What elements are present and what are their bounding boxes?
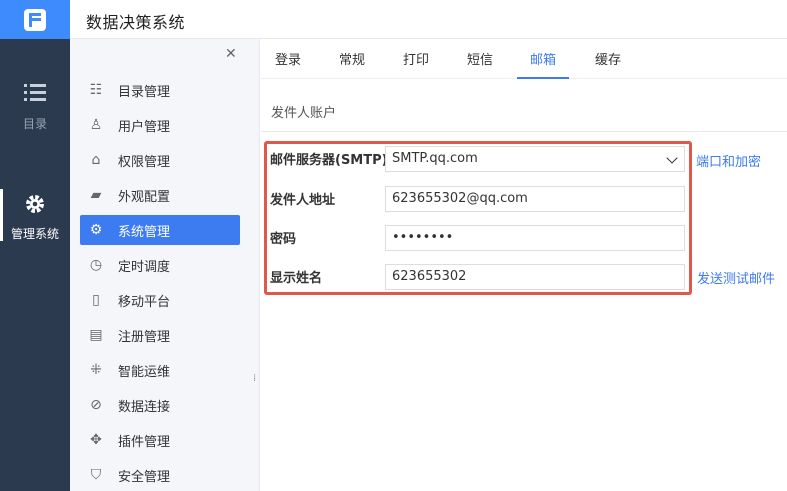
port-encryption-link[interactable]: 端口和加密 (696, 151, 761, 170)
display-name-row: 显示姓名 623655302 (270, 264, 690, 290)
sender-address-input[interactable]: 623655302@qq.com (385, 186, 685, 212)
tab-sms[interactable]: 短信 (467, 39, 493, 79)
sidebar-item-users[interactable]: ♙ 用户管理 (80, 110, 240, 140)
sidebar-item-label: 注册管理 (118, 329, 171, 345)
link-icon: ⊘ (90, 397, 102, 413)
sidebar-item-appearance[interactable]: ▰ 外观配置 (80, 180, 240, 210)
smtp-row: 邮件服务器(SMTP) SMTP.qq.com (270, 146, 690, 172)
tab-general[interactable]: 常规 (339, 39, 365, 79)
sidebar-item-security[interactable]: ⛉ 安全管理 (80, 460, 240, 490)
nav-item-management[interactable]: 管理系统 (0, 193, 70, 242)
mobile-icon: ▯ (92, 292, 100, 308)
sidebar-item-ops[interactable]: ⁜ 智能运维 (80, 355, 240, 385)
sidebar-item-mobile[interactable]: ▯ 移动平台 (80, 285, 240, 315)
send-test-mail-link[interactable]: 发送测试邮件 (697, 268, 775, 287)
sidebar-item-label: 用户管理 (118, 119, 171, 135)
display-name-label: 显示姓名 (270, 271, 323, 286)
sidebar-item-data-connection[interactable]: ⊘ 数据连接 (80, 390, 240, 420)
sender-row: 发件人地址 623655302@qq.com (270, 186, 690, 212)
top-bar: 数据决策系统 (0, 0, 787, 39)
pin-icon[interactable]: ✕ (225, 46, 237, 62)
list-icon (24, 83, 46, 105)
sidebar-item-plugins[interactable]: ✥ 插件管理 (80, 425, 240, 455)
shield-icon: ⛉ (90, 467, 102, 483)
logo-icon (24, 8, 46, 31)
sidebar-item-system[interactable]: ⚙ 系统管理 (80, 215, 240, 245)
tab-cache[interactable]: 缓存 (595, 39, 621, 79)
sidebar-item-label: 安全管理 (118, 469, 171, 485)
lock-icon: ⌂ (91, 152, 101, 168)
sidebar-item-label: 智能运维 (118, 364, 171, 380)
sidebar-item-label: 移动平台 (118, 294, 171, 310)
tab-print[interactable]: 打印 (403, 39, 429, 79)
sidebar-menu: ✕ ☷ 目录管理 ♙ 用户管理 ⌂ 权限管理 ▰ 外观配置 ⚙ 系统管理 ◷ 定… (70, 39, 260, 491)
paint-roller-icon: ▰ (90, 187, 102, 203)
nav-item-catalog[interactable]: 目录 (0, 83, 70, 132)
sidebar-item-label: 权限管理 (118, 154, 171, 170)
sidebar-item-label: 外观配置 (118, 189, 171, 205)
network-icon: ⁜ (90, 362, 102, 378)
display-name-input[interactable]: 623655302 (385, 264, 685, 290)
nav-item-label: 目录 (22, 117, 47, 131)
section-divider (261, 131, 787, 132)
sidebar-item-label: 目录管理 (118, 84, 171, 100)
icon-nav: 目录 管理系统 (0, 39, 70, 491)
smtp-value: SMTP.qq.com (392, 151, 478, 166)
nav-item-label: 管理系统 (10, 227, 59, 241)
smtp-label: 邮件服务器(SMTP) (270, 153, 388, 168)
sidebar-resize-handle[interactable]: ⁞ (253, 374, 256, 384)
chevron-down-icon (666, 152, 678, 164)
password-label: 密码 (270, 232, 297, 247)
tab-mail[interactable]: 邮箱 (517, 39, 569, 79)
sidebar-item-label: 插件管理 (118, 434, 171, 450)
gear-icon (24, 193, 46, 215)
app-title: 数据决策系统 (86, 13, 186, 32)
catalog-icon: ☷ (89, 82, 103, 98)
timer-icon: ◷ (89, 257, 103, 273)
sidebar-item-permissions[interactable]: ⌂ 权限管理 (80, 145, 240, 175)
settings-tabs: 登录 常规 打印 短信 邮箱 缓存 (261, 39, 787, 79)
gear-icon: ⚙ (89, 222, 103, 238)
app-logo[interactable] (0, 0, 70, 39)
sidebar-item-register[interactable]: ▤ 注册管理 (80, 320, 240, 350)
sidebar-item-scheduler[interactable]: ◷ 定时调度 (80, 250, 240, 280)
sidebar-item-label: 数据连接 (118, 399, 171, 415)
puzzle-icon: ✥ (90, 432, 102, 448)
sender-label: 发件人地址 (270, 193, 336, 208)
user-icon: ♙ (89, 117, 103, 133)
sidebar-item-catalog[interactable]: ☷ 目录管理 (80, 75, 240, 105)
section-title: 发件人账户 (271, 106, 337, 121)
register-icon: ▤ (89, 327, 103, 343)
smtp-select[interactable]: SMTP.qq.com (385, 146, 685, 172)
tab-login[interactable]: 登录 (275, 39, 301, 79)
password-row: 密码 •••••••• (270, 225, 690, 251)
sidebar-item-label: 系统管理 (118, 224, 171, 240)
sidebar-item-label: 定时调度 (118, 259, 171, 275)
password-input[interactable]: •••••••• (385, 225, 685, 251)
